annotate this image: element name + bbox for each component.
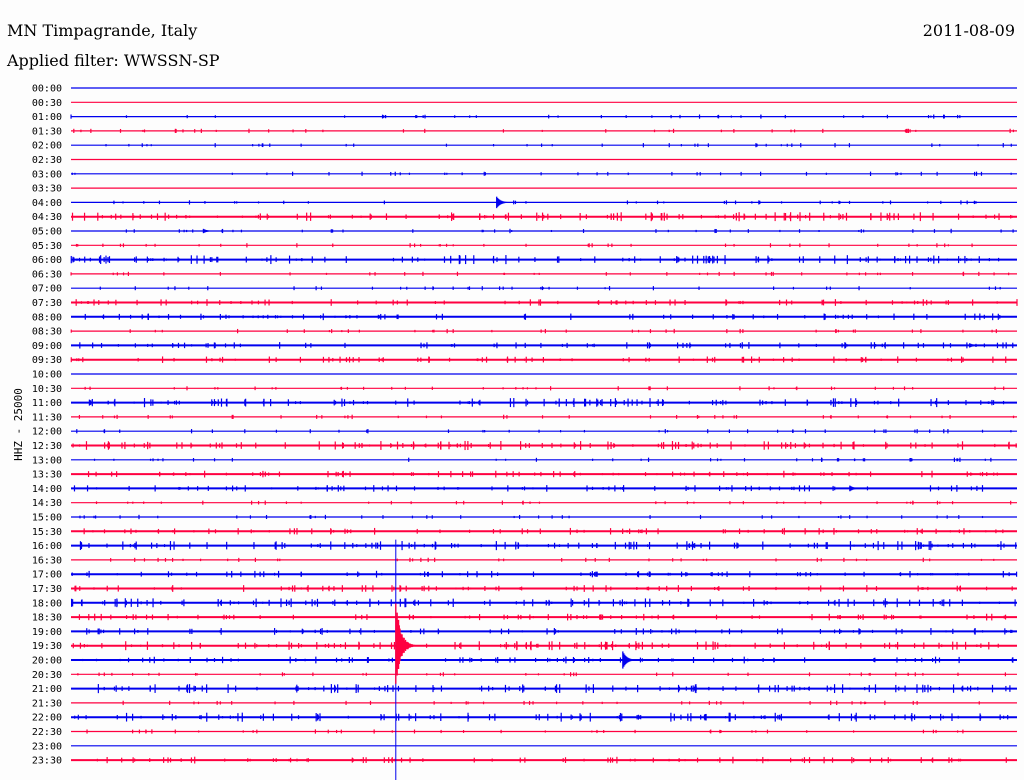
row-time-label: 03:30 bbox=[32, 184, 62, 195]
row-time-label: 04:00 bbox=[32, 198, 62, 209]
row-time-label: 01:30 bbox=[32, 126, 62, 137]
row-time-label: 00:30 bbox=[32, 98, 62, 109]
row-time-label: 23:30 bbox=[32, 756, 62, 767]
row-time-label: 13:30 bbox=[32, 470, 62, 481]
row-time-label: 11:00 bbox=[32, 398, 62, 409]
row-time-label: 02:30 bbox=[32, 155, 62, 166]
row-time-label: 15:00 bbox=[32, 513, 62, 524]
row-time-label: 02:00 bbox=[32, 141, 62, 152]
helicorder-chart: MN Timpagrande, Italy Applied filter: WW… bbox=[0, 0, 1024, 780]
row-time-label: 12:30 bbox=[32, 441, 62, 452]
row-time-label: 09:00 bbox=[32, 341, 62, 352]
row-time-label: 10:00 bbox=[32, 370, 62, 381]
row-time-label: 18:30 bbox=[32, 613, 62, 624]
row-time-label: 00:00 bbox=[32, 84, 62, 95]
row-time-label: 17:30 bbox=[32, 584, 62, 595]
row-time-label: 08:00 bbox=[32, 312, 62, 323]
row-time-label: 06:00 bbox=[32, 255, 62, 266]
row-time-label: 14:00 bbox=[32, 484, 62, 495]
row-time-label: 05:00 bbox=[32, 227, 62, 238]
seismogram-plot: 00:00 00:30 01:00 01:30 02:00 02:30 03:00 03:30… bbox=[32, 84, 1018, 780]
row-time-label: 09:30 bbox=[32, 355, 62, 366]
row-time-label: 17:00 bbox=[32, 570, 62, 581]
row-time-label: 14:30 bbox=[32, 498, 62, 509]
row-time-label: 19:30 bbox=[32, 641, 62, 652]
row-time-label: 23:00 bbox=[32, 741, 62, 752]
row-time-label: 21:30 bbox=[32, 698, 62, 709]
row-time-label: 16:30 bbox=[32, 555, 62, 566]
row-time-label: 08:30 bbox=[32, 327, 62, 338]
row-time-label: 13:00 bbox=[32, 455, 62, 466]
row-time-label: 07:00 bbox=[32, 284, 62, 295]
row-time-label: 16:00 bbox=[32, 541, 62, 552]
row-time-label: 21:00 bbox=[32, 684, 62, 695]
row-time-label: 11:30 bbox=[32, 412, 62, 423]
row-time-label: 20:00 bbox=[32, 656, 62, 667]
row-time-label: 15:30 bbox=[32, 527, 62, 538]
row-time-label: 22:00 bbox=[32, 713, 62, 724]
row-time-label: 10:30 bbox=[32, 384, 62, 395]
row-time-label: 12:00 bbox=[32, 427, 62, 438]
row-time-label: 07:30 bbox=[32, 298, 62, 309]
row-time-label: 22:30 bbox=[32, 727, 62, 738]
row-time-label: 19:00 bbox=[32, 627, 62, 638]
row-time-label: 18:00 bbox=[32, 598, 62, 609]
row-time-label: 03:00 bbox=[32, 169, 62, 180]
row-time-label: 06:30 bbox=[32, 269, 62, 280]
row-time-label: 04:30 bbox=[32, 212, 62, 223]
row-time-label: 20:30 bbox=[32, 670, 62, 681]
row-time-label: 05:30 bbox=[32, 241, 62, 252]
row-time-label: 01:00 bbox=[32, 112, 62, 123]
